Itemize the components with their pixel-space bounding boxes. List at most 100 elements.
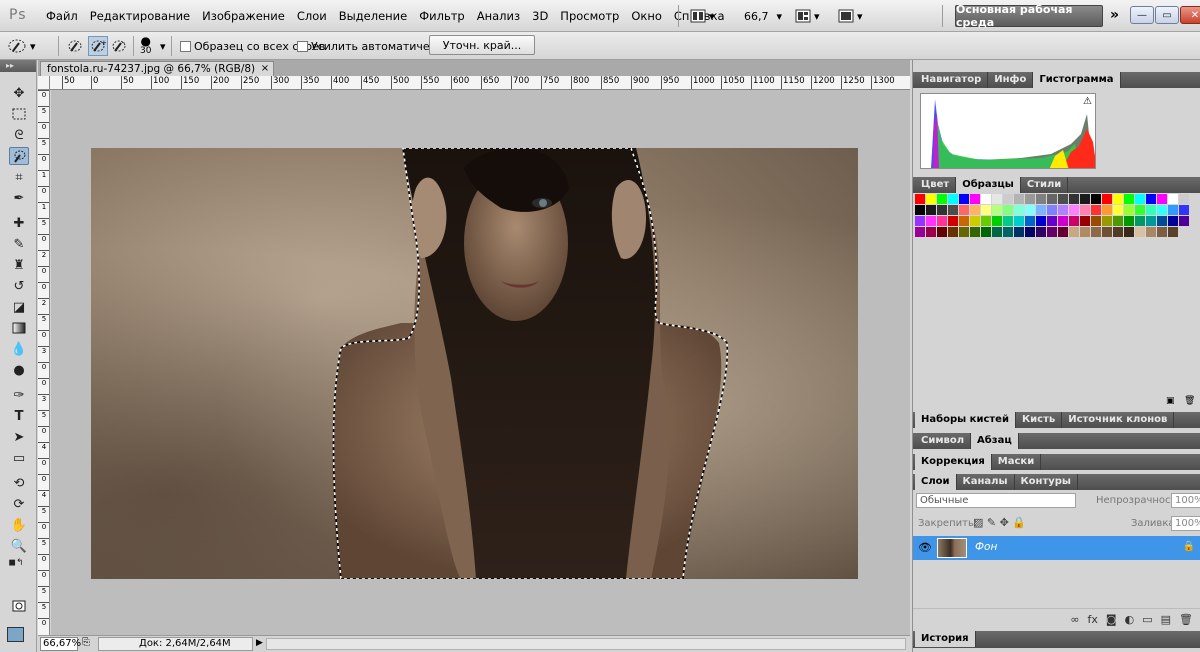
color-swatch[interactable]: [1168, 194, 1178, 204]
tab-layers[interactable]: Слои: [915, 474, 957, 490]
close-icon[interactable]: ×: [261, 62, 269, 76]
color-swatch[interactable]: [1113, 227, 1123, 237]
healing-brush-tool-icon[interactable]: ✚: [9, 214, 29, 232]
delete-swatch-icon[interactable]: 🗑: [1184, 396, 1195, 406]
eyedropper-tool-icon[interactable]: ✒: [9, 189, 29, 207]
auto-enhance-checkbox[interactable]: Усилить автоматически: [297, 32, 450, 60]
color-swatch[interactable]: [970, 205, 980, 215]
color-swatch[interactable]: [1069, 227, 1079, 237]
color-swatch[interactable]: [1146, 194, 1156, 204]
color-swatch[interactable]: [1080, 227, 1090, 237]
color-swatch[interactable]: [1135, 205, 1145, 215]
tab-clone-source[interactable]: Источник клонов: [1062, 412, 1175, 428]
color-swatch[interactable]: [1025, 227, 1035, 237]
tab-paths[interactable]: Контуры: [1015, 474, 1078, 490]
tools-panel-header[interactable]: ▸▸: [0, 60, 36, 72]
blend-mode-select[interactable]: Обычные: [916, 493, 1076, 508]
color-swatch[interactable]: [1058, 205, 1068, 215]
color-swatch[interactable]: [1124, 205, 1134, 215]
color-swatch[interactable]: [1080, 205, 1090, 215]
tool-preset-picker[interactable]: ▾: [6, 32, 36, 60]
color-swatch[interactable]: [1080, 216, 1090, 226]
color-swatch[interactable]: [926, 205, 936, 215]
menu-image[interactable]: Изображение: [196, 9, 291, 23]
horizontal-ruler[interactable]: 50 0 50 100 150 200 250 300 350 400 450 …: [50, 76, 910, 90]
brush-picker-arrow[interactable]: ▾: [160, 32, 166, 60]
menu-file[interactable]: Файл: [40, 9, 84, 23]
tab-styles[interactable]: Стили: [1021, 177, 1069, 193]
color-swatch[interactable]: [1157, 216, 1167, 226]
add-mask-icon[interactable]: ◙: [1106, 613, 1117, 626]
color-swatch[interactable]: [1003, 194, 1013, 204]
arrange-documents-button[interactable]: ▾: [795, 7, 820, 25]
color-swatch[interactable]: [1102, 205, 1112, 215]
canvas-area[interactable]: [51, 90, 910, 635]
quick-selection-tool-icon[interactable]: [9, 147, 29, 165]
color-swatch[interactable]: [1014, 194, 1024, 204]
color-swatch[interactable]: [937, 216, 947, 226]
add-to-selection-mode[interactable]: +: [88, 36, 108, 56]
menu-analysis[interactable]: Анализ: [471, 9, 526, 23]
menu-layers[interactable]: Слои: [291, 9, 333, 23]
color-swatch[interactable]: [1179, 194, 1189, 204]
color-swatch[interactable]: [1003, 227, 1013, 237]
color-swatch[interactable]: [1113, 216, 1123, 226]
menu-filter[interactable]: Фильтр: [413, 9, 471, 23]
blur-tool-icon[interactable]: 💧: [9, 340, 29, 358]
checkbox-box[interactable]: [180, 40, 191, 52]
minimize-button[interactable]: —: [1130, 6, 1154, 24]
color-swatch[interactable]: [1014, 216, 1024, 226]
tab-brush[interactable]: Кисть: [1016, 412, 1063, 428]
document-tab[interactable]: fonstola.ru-74237.jpg @ 66,7% (RGB/8) ×: [40, 61, 275, 76]
color-swatch[interactable]: [926, 216, 936, 226]
color-swatch[interactable]: [1047, 194, 1057, 204]
color-swatch[interactable]: [1047, 205, 1057, 215]
color-swatch[interactable]: [992, 216, 1002, 226]
layer-row-background[interactable]: 👁 Фон 🔒: [913, 536, 1200, 560]
menu-view[interactable]: Просмотр: [554, 9, 625, 23]
color-swatch[interactable]: [948, 194, 958, 204]
color-swatch[interactable]: [1102, 216, 1112, 226]
color-swatch[interactable]: [1157, 227, 1167, 237]
type-tool-icon[interactable]: T: [9, 407, 29, 425]
proof-icon[interactable]: ⎘: [82, 637, 90, 648]
color-swatch[interactable]: [1003, 216, 1013, 226]
eye-icon[interactable]: 👁: [918, 541, 932, 554]
color-swatch[interactable]: [970, 216, 980, 226]
color-swatch[interactable]: [1069, 194, 1079, 204]
bridge-button[interactable]: ▾: [690, 7, 715, 25]
warning-icon[interactable]: ⚠: [1083, 96, 1092, 107]
gradient-tool-icon[interactable]: [9, 319, 29, 337]
horizontal-scrollbar[interactable]: [266, 638, 906, 650]
color-swatch[interactable]: [1003, 205, 1013, 215]
close-button[interactable]: ✕: [1180, 6, 1200, 24]
color-swatch[interactable]: [915, 227, 925, 237]
marquee-tool-icon[interactable]: [9, 105, 29, 123]
color-swatch[interactable]: [1168, 205, 1178, 215]
quick-mask-icon[interactable]: [9, 597, 29, 615]
screen-mode-button[interactable]: ▾: [838, 7, 863, 25]
tab-history[interactable]: История: [915, 631, 976, 647]
delete-layer-icon[interactable]: 🗑: [1179, 613, 1193, 626]
workspace-button[interactable]: Основная рабочая среда: [955, 3, 1103, 29]
tab-channels[interactable]: Каналы: [957, 474, 1015, 490]
move-tool-icon[interactable]: ✥: [9, 84, 29, 102]
color-swatch[interactable]: [1113, 205, 1123, 215]
tab-character[interactable]: Символ: [915, 433, 972, 449]
color-swatch[interactable]: [1135, 227, 1145, 237]
color-swatch[interactable]: [1091, 205, 1101, 215]
hand-tool-icon[interactable]: ✋: [9, 516, 29, 534]
color-swatch[interactable]: [1091, 194, 1101, 204]
path-selection-tool-icon[interactable]: ➤: [9, 428, 29, 446]
shape-tool-icon[interactable]: ▭: [9, 449, 29, 467]
subtract-from-selection-mode[interactable]: -: [110, 32, 128, 60]
color-swatch[interactable]: [937, 205, 947, 215]
color-swatch[interactable]: [1025, 194, 1035, 204]
color-swatch[interactable]: [1168, 227, 1178, 237]
tab-navigator[interactable]: Навигатор: [915, 72, 989, 88]
new-selection-mode[interactable]: [66, 32, 84, 60]
document-image[interactable]: [91, 148, 858, 579]
color-swatch[interactable]: [1014, 205, 1024, 215]
dodge-tool-icon[interactable]: ●: [9, 361, 29, 379]
color-swatch[interactable]: [1036, 194, 1046, 204]
